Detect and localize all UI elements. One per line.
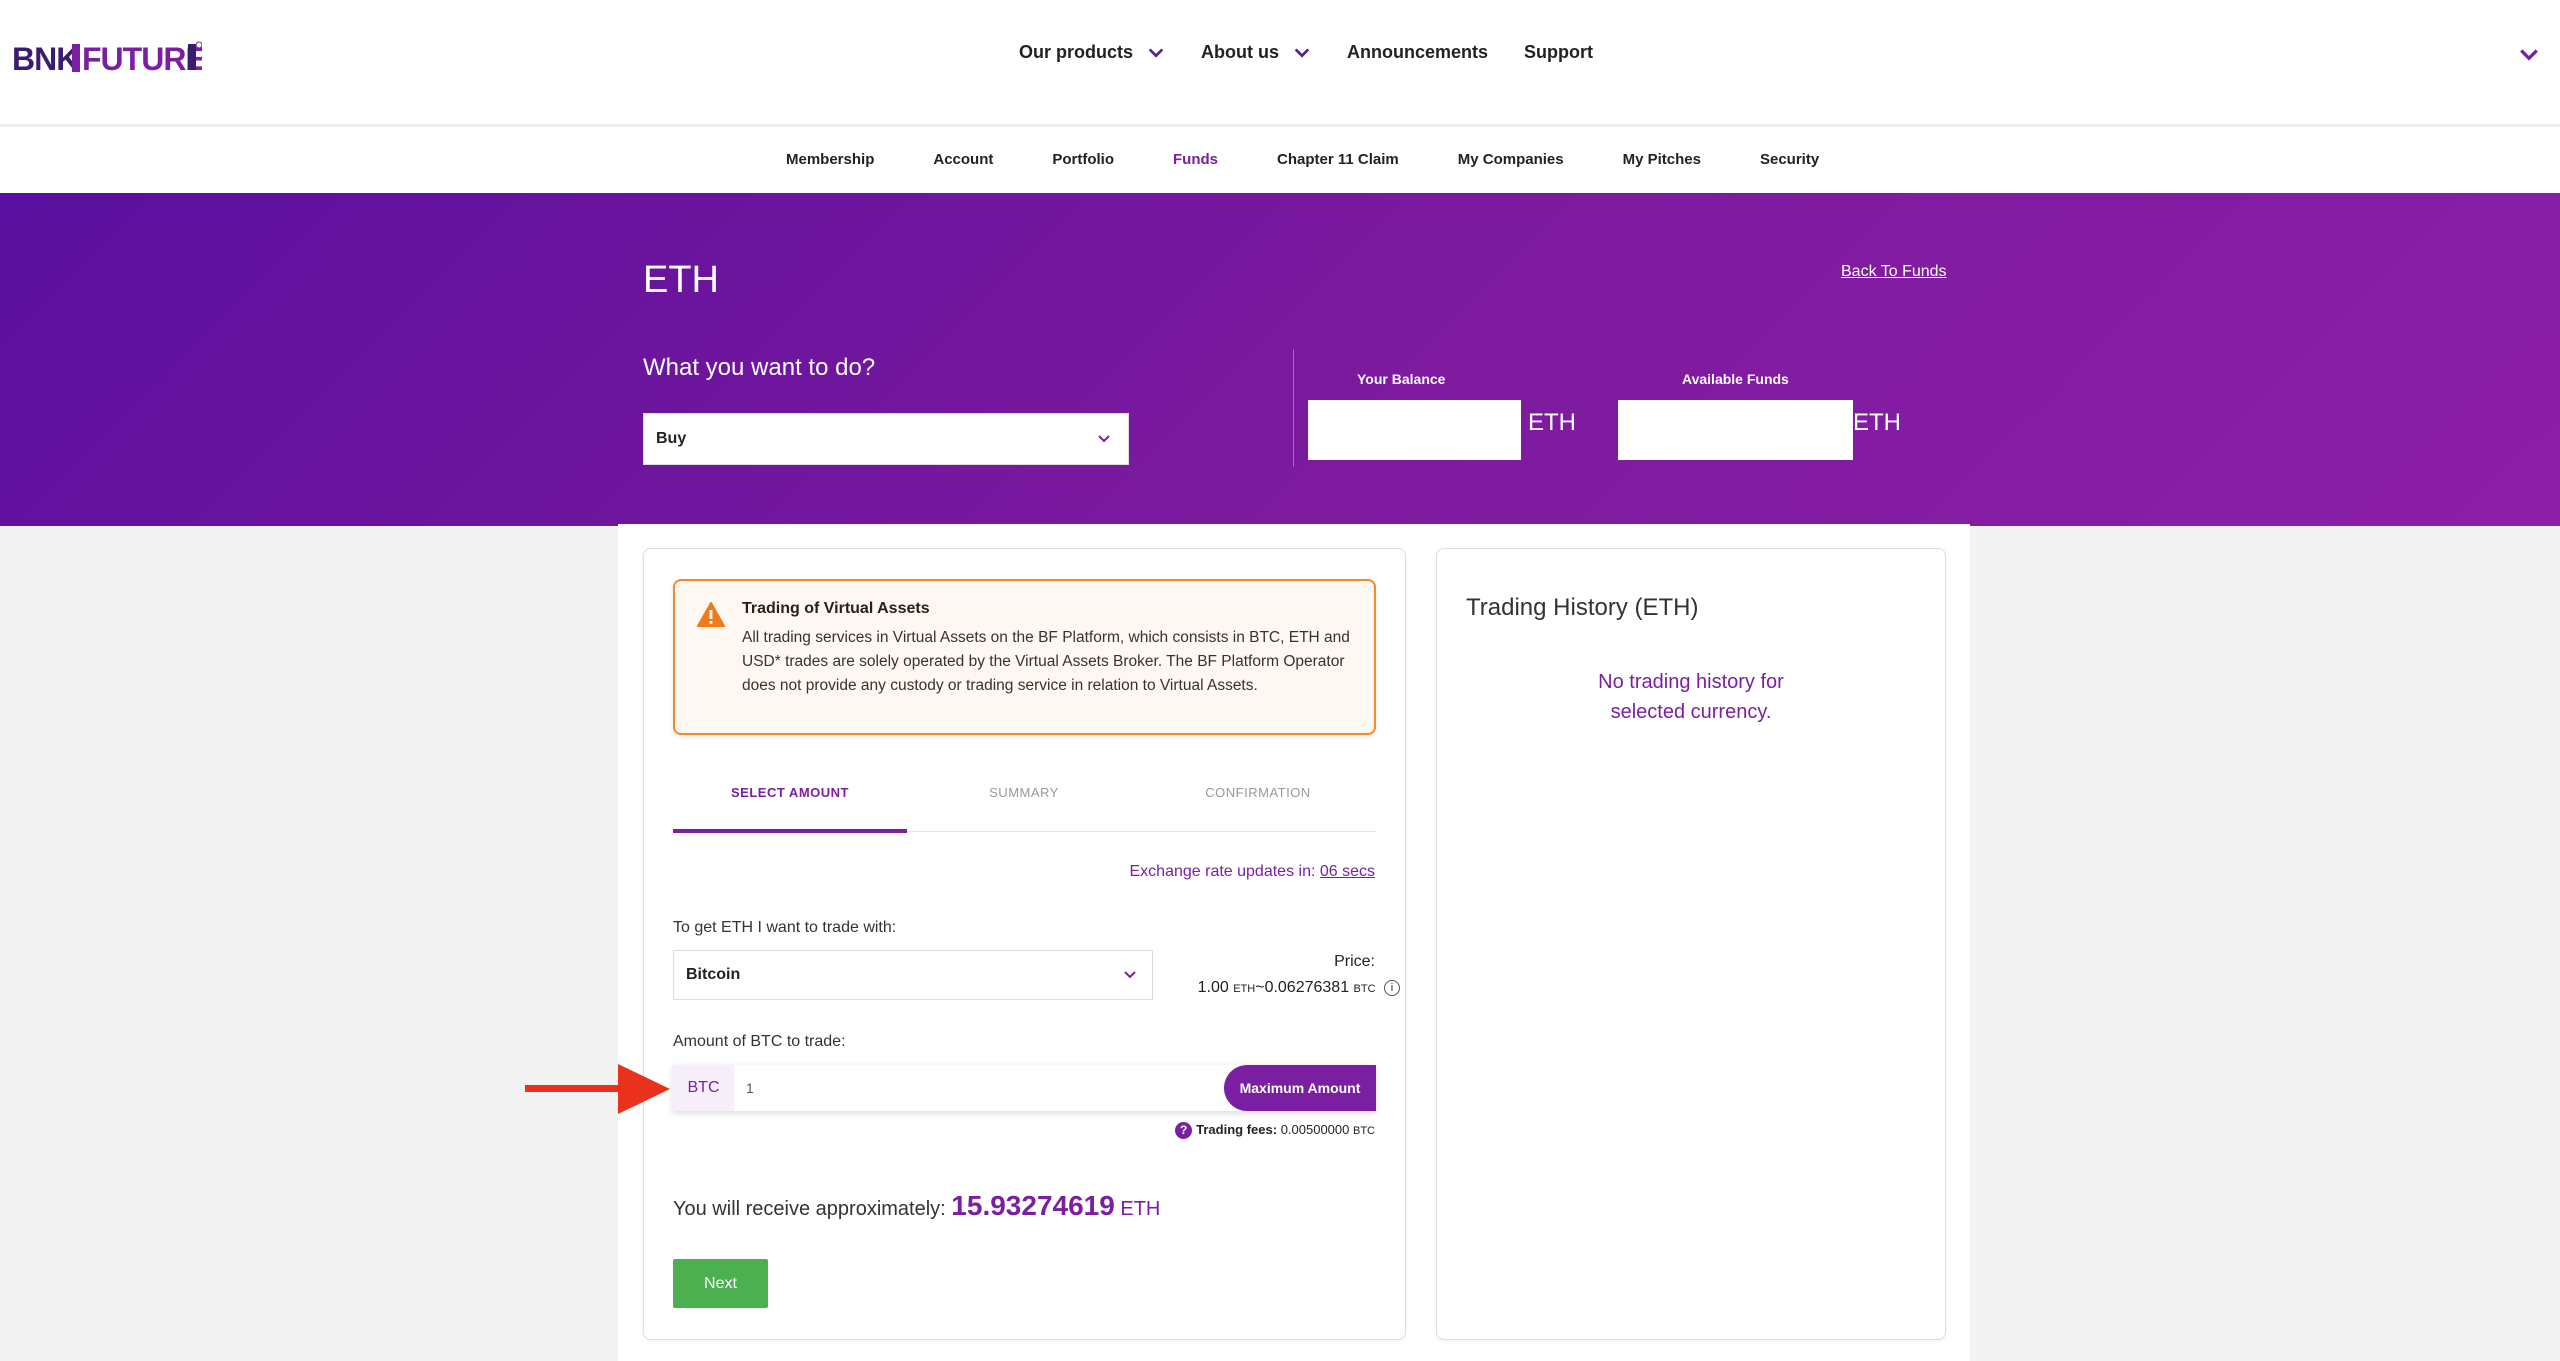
fees-value: 0.00500000 [1280,1122,1350,1137]
step-select-amount: SELECT AMOUNT [731,785,849,800]
annotation-arrow-icon [525,1064,670,1114]
available-funds-currency: ETH [1853,409,1901,436]
account-subnav: Membership Account Portfolio Funds Chapt… [0,127,2560,193]
exchange-rate-timer: Exchange rate updates in: 06 secs [1000,863,1376,881]
subnav-chapter-11-claim[interactable]: Chapter 11 Claim [1277,151,1399,168]
nav-about-us[interactable]: About us [1201,42,1311,63]
fees-label: Trading fees: [1196,1122,1278,1137]
price-value: 1.00 ETH~0.06276381 BTC i [1150,979,1400,997]
subnav-security[interactable]: Security [1760,151,1819,168]
receive-unit: ETH [1120,1198,1161,1220]
available-funds-box [1618,400,1853,460]
logo-icon: BNK FUTURE [12,41,202,77]
available-funds-label: Available Funds [1682,371,1789,387]
nav-announcements[interactable]: Announcements [1347,42,1488,63]
receive-amount: 15.93274619 [951,1190,1115,1221]
price-label: Price: [1334,953,1375,970]
chevron-down-icon [1294,47,1310,58]
balance-label: Your Balance [1357,371,1446,387]
page-title: ETH [643,259,719,301]
history-empty-line: No trading history for [1598,671,1784,693]
rate-countdown: 06 secs [1319,863,1375,880]
history-empty-line: selected currency. [1610,701,1772,723]
chevron-down-icon [1148,47,1164,58]
trade-steps: SELECT AMOUNT SUMMARY CONFIRMATION [673,770,1376,833]
nav-label: Announcements [1347,42,1489,62]
subnav-membership[interactable]: Membership [786,151,874,168]
nav-our-products[interactable]: Our products [1019,42,1165,63]
amount-field: BTC Maximum Amount [673,1065,1376,1111]
subnav-my-companies[interactable]: My Companies [1458,151,1564,168]
main-nav: Our products About us Announcements Supp… [1019,42,1629,63]
maximum-amount-button[interactable]: Maximum Amount [1224,1065,1376,1111]
account-menu-chevron-icon[interactable] [2518,44,2540,66]
hero-divider [1293,349,1294,467]
warning-text: All trading services in Virtual Assets o… [742,629,1350,694]
action-select[interactable]: Buy [643,413,1129,465]
price-right: 0.06276381 [1264,979,1350,996]
amount-label: Amount of BTC to trade: [673,1033,846,1050]
info-icon[interactable]: i [1384,979,1400,996]
balance-value-box [1308,400,1521,460]
history-title: Trading History (ETH) [1466,594,1699,621]
nav-label: About us [1201,42,1280,62]
nav-support[interactable]: Support [1524,42,1593,63]
nav-label: Support [1524,42,1594,62]
trade-currency-select[interactable]: Bitcoin [673,950,1153,1000]
back-to-funds-link[interactable]: Back To Funds [1841,263,1947,281]
action-select-value: Buy [656,430,687,447]
subnav-account[interactable]: Account [933,151,993,168]
receive-estimate: You will receive approximately: 15.93274… [673,1190,1160,1222]
active-step-indicator [673,829,907,833]
brand-logo[interactable]: BNK FUTURE [12,38,202,78]
chevron-down-icon [1098,435,1110,443]
top-header: BNK FUTURE Our products About us Announc… [0,0,2560,126]
amount-currency-prefix: BTC [673,1065,734,1111]
hero-banner: ETH Back To Funds What you want to do? B… [0,193,2560,526]
action-question: What you want to do? [643,354,876,381]
trading-fees: ? Trading fees: 0.00500000 BTC [1150,1122,1375,1140]
step-confirmation: CONFIRMATION [1205,785,1311,800]
step-summary: SUMMARY [989,785,1059,800]
receive-label: You will receive approximately: [673,1198,946,1220]
svg-text:BNK: BNK [12,41,79,77]
price-separator: ~ [1255,979,1265,996]
balance-currency: ETH [1528,409,1576,436]
history-empty-message: No trading history for selected currency… [1546,667,1836,727]
trade-with-label: To get ETH I want to trade with: [673,919,897,936]
help-icon[interactable]: ? [1175,1122,1193,1140]
chevron-down-icon [1124,971,1136,979]
svg-text:FUTURE: FUTURE [82,41,202,77]
fees-unit: BTC [1353,1125,1375,1137]
warning-icon [697,602,725,627]
price-left: 1.00 [1197,979,1229,996]
subnav-my-pitches[interactable]: My Pitches [1623,151,1701,168]
nav-label: Our products [1019,42,1134,62]
price-left-unit: ETH [1233,983,1256,995]
trade-currency-value: Bitcoin [686,966,741,983]
amount-input[interactable] [734,1065,1254,1111]
warning-title: Trading of Virtual Assets [742,600,930,617]
subnav-portfolio[interactable]: Portfolio [1052,151,1114,168]
next-button[interactable]: Next [673,1259,768,1308]
subnav-funds[interactable]: Funds [1173,151,1218,168]
price-right-unit: BTC [1353,983,1376,995]
rate-label: Exchange rate updates in: [1129,863,1316,880]
virtual-assets-warning: Trading of Virtual Assets All trading se… [673,579,1376,735]
